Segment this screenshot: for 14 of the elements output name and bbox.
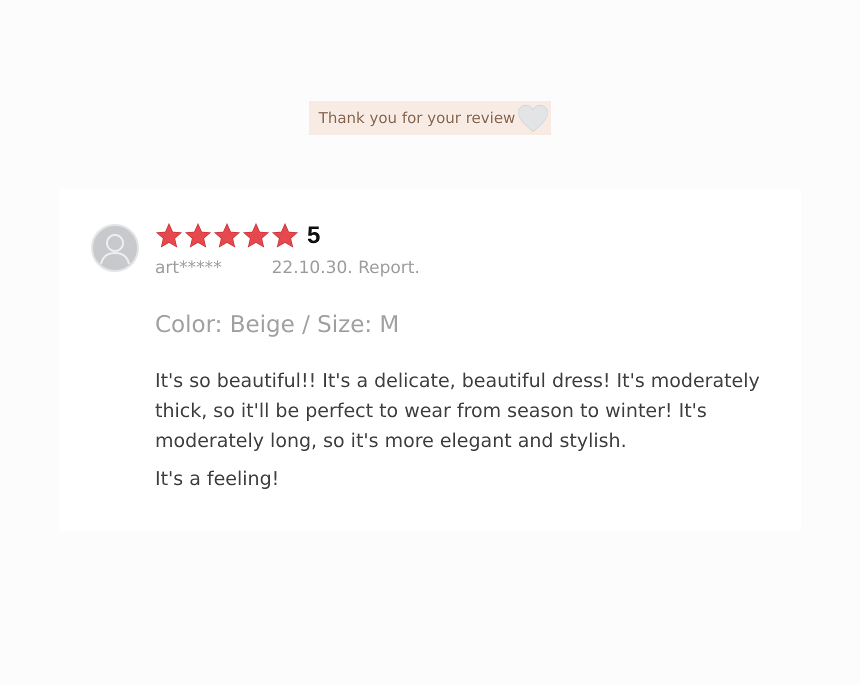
star-icon [184,222,212,250]
heart-icon [517,104,550,132]
banner-text: Thank you for your review [318,109,516,127]
avatar-icon [91,224,139,272]
star-icon [213,222,241,250]
star-icon [155,222,183,250]
star-icon [271,222,299,250]
review-text: It's a feeling! [155,467,280,492]
star-icon [242,222,270,250]
product-option: Color: Beige / Size: M [155,312,769,338]
review-date: 22.10.30. Report. [272,258,420,278]
rating-number: 5 [307,222,320,250]
username: art***** [155,258,222,278]
review-text: It's so beautiful!! It's a delicate, beautiful dress! It's moderately thick, so it'll be perfect to wear from season to winter! It's moderately long, so it's more elegant and stylish. [155,369,761,454]
